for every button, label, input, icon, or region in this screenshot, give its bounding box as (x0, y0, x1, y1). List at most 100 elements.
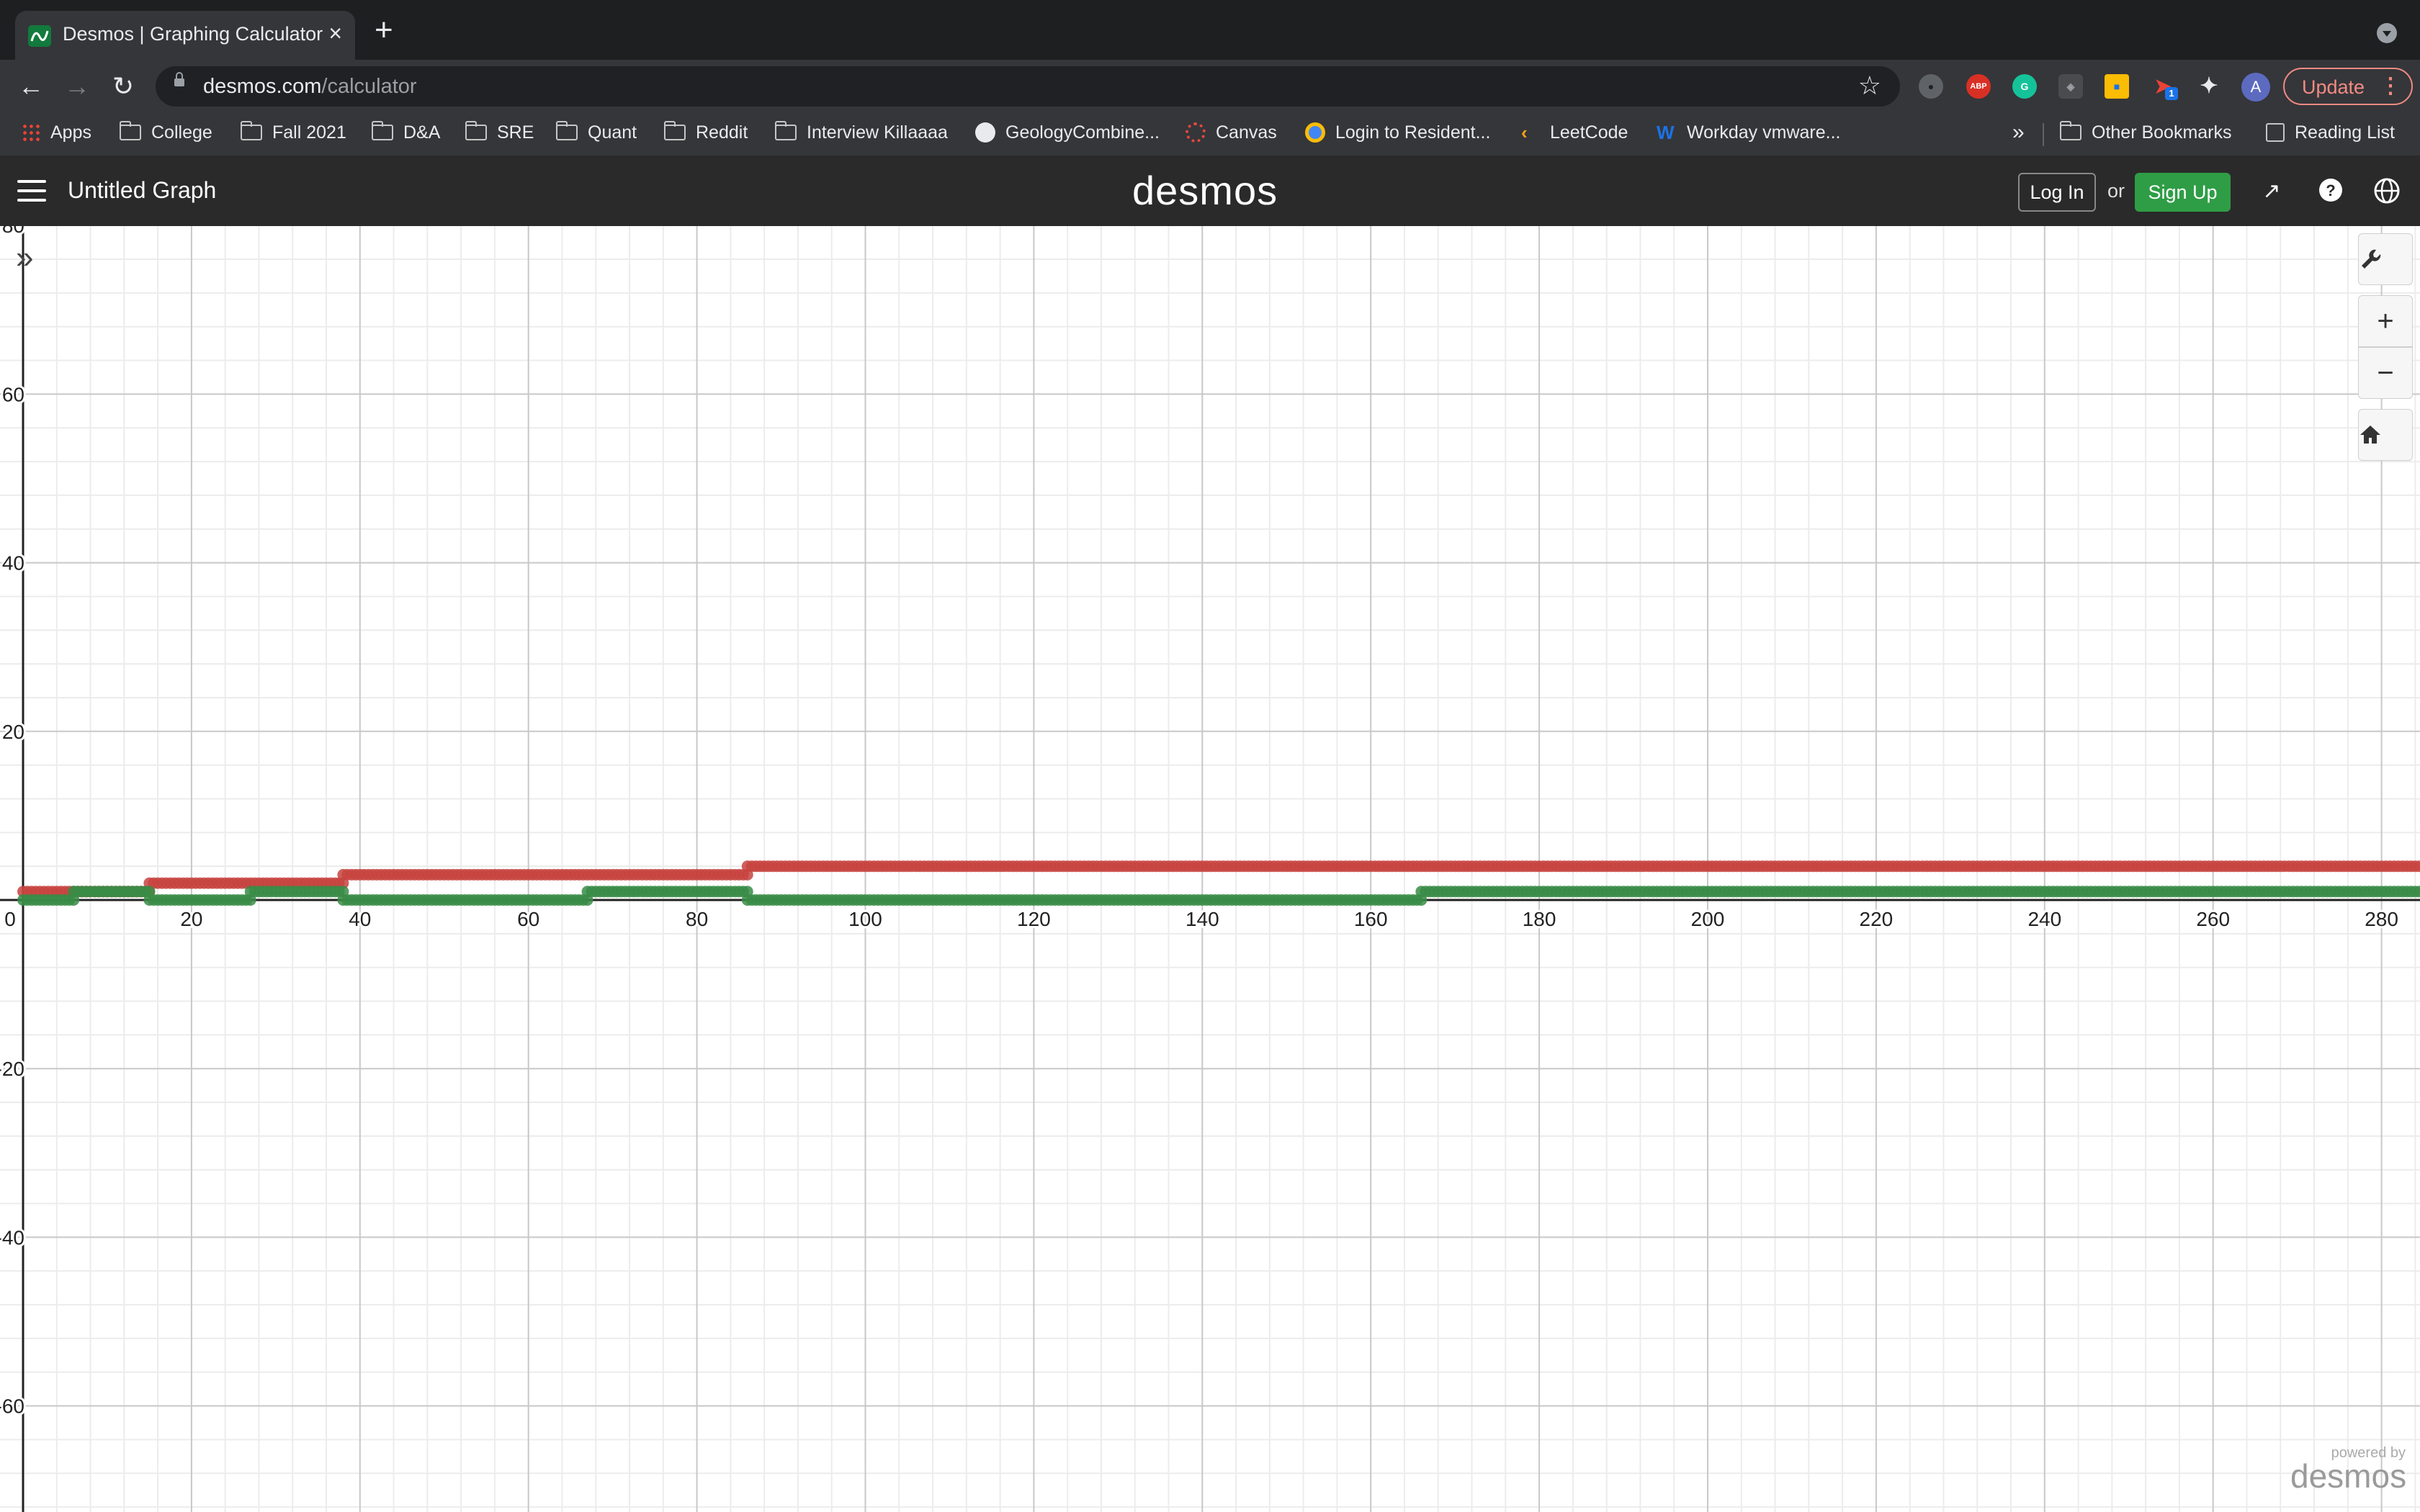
powered-by-desmos[interactable]: powered by desmos (2290, 1445, 2407, 1495)
grammarly-extension-icon[interactable]: G (2012, 74, 2037, 99)
x-tick-label: 280 (2365, 908, 2398, 930)
x-tick-label: 120 (1017, 908, 1051, 930)
browser-tab-strip: Desmos | Graphing Calculator × + (0, 0, 2420, 60)
tab-search-icon[interactable] (2377, 23, 2397, 43)
bookmark-college[interactable]: College (120, 121, 212, 148)
bookmark-star-icon[interactable]: ☆ (1858, 71, 1881, 101)
bookmark-canvas[interactable]: Canvas (1186, 122, 1277, 148)
url-text[interactable]: desmos.com/calculator (203, 75, 417, 99)
tab-close-icon[interactable]: × (328, 21, 342, 45)
x-tick-label: 40 (349, 908, 371, 930)
x-tick-label: 200 (1691, 908, 1725, 930)
update-button[interactable]: Update ⋮ (2283, 68, 2413, 105)
adblock-extension-icon[interactable]: ABP (1966, 74, 1991, 99)
help-icon[interactable]: ? (2316, 177, 2345, 206)
menu-dots-icon: ⋮ (2380, 74, 2401, 98)
bookmark-sre[interactable]: SRE (465, 121, 534, 148)
bookmark-d-and-a[interactable]: D&A (372, 121, 440, 148)
discord-extension-icon[interactable]: ● (1919, 74, 1943, 99)
x-tick-label: 20 (180, 908, 202, 930)
desmos-logo: desmos (1132, 168, 1278, 213)
leetcode-icon: ‹ (1521, 122, 1528, 144)
bookmark-quant[interactable]: Quant (556, 121, 637, 148)
bookmark-geology[interactable]: GeologyCombine... (975, 122, 1160, 148)
x-tick-label: 160 (1354, 908, 1388, 930)
lock-icon (174, 72, 184, 86)
x-tick-label: 60 (517, 908, 539, 930)
update-label: Update (2302, 76, 2365, 98)
home-icon[interactable] (2358, 409, 2413, 461)
bookmark-interview[interactable]: Interview Killaaaa (775, 121, 948, 148)
extension-badge: 1 (2165, 87, 2178, 100)
bookmark-workday[interactable]: W Workday vmware... (1657, 122, 1840, 148)
expand-expression-list-icon[interactable]: » (16, 242, 33, 274)
desmos-favicon-icon (28, 25, 51, 47)
x-tick-label: 80 (686, 908, 708, 930)
bookmarks-bar: Apps College Fall 2021 D&A SRE Quant Red… (0, 113, 2420, 156)
bookmarks-overflow-chevron-icon[interactable]: » (2012, 120, 2025, 145)
bookmark-resident[interactable]: Login to Resident... (1305, 122, 1490, 148)
y-tick-label: -40 (0, 1226, 24, 1248)
other-bookmarks[interactable]: Other Bookmarks (2060, 121, 2232, 148)
powered-by-logo: desmos (2290, 1457, 2407, 1495)
zoom-out-icon[interactable]: − (2358, 347, 2413, 399)
graph-settings-wrench-icon[interactable] (2358, 233, 2413, 285)
x-tick-label: 220 (1860, 908, 1894, 930)
folder-icon (465, 121, 487, 141)
hamburger-menu-icon[interactable] (17, 180, 46, 202)
graph-title[interactable]: Untitled Graph (68, 177, 216, 204)
sign-up-button[interactable]: Sign Up (2135, 173, 2231, 212)
or-label: or (2107, 180, 2125, 202)
y-tick-label: -20 (0, 1058, 24, 1080)
forward-icon[interactable]: → (59, 68, 95, 104)
browser-toolbar: ← → ↻ desmos.com/calculator ☆ ● ABP G ◈ … (0, 60, 2420, 113)
folder-icon (556, 121, 578, 141)
y-tick-label: 80 (2, 226, 24, 237)
x-tick-label: 180 (1523, 908, 1556, 930)
new-tab-button[interactable]: + (375, 14, 393, 46)
bookmarks-separator (2043, 123, 2044, 146)
folder-icon (372, 121, 393, 141)
globe-icon (975, 122, 995, 143)
shield-extension-icon[interactable]: ◈ (2058, 74, 2083, 99)
workday-icon: W (1657, 122, 1675, 144)
log-in-button[interactable]: Log In (2018, 173, 2096, 212)
tab-title: Desmos | Graphing Calculator (63, 23, 323, 45)
reload-icon[interactable]: ↻ (105, 68, 141, 104)
back-icon[interactable]: ← (13, 68, 49, 104)
bookmark-apps[interactable]: Apps (22, 122, 91, 148)
x-tick-label: 260 (2196, 908, 2230, 930)
apps-grid-icon (22, 123, 40, 143)
folder-icon (664, 121, 686, 141)
share-icon[interactable]: ↗ (2257, 177, 2286, 206)
x-tick-label: 140 (1186, 908, 1219, 930)
canvas-icon (1186, 122, 1206, 143)
profile-avatar[interactable]: A (2241, 73, 2270, 102)
reading-list[interactable]: Reading List (2266, 122, 2395, 148)
x-tick-label: 100 (848, 908, 882, 930)
y-tick-label: -60 (0, 1395, 24, 1418)
x-tick-label: 0 (4, 908, 16, 930)
zoom-in-icon[interactable]: + (2358, 295, 2413, 347)
desmos-header: Untitled Graph desmos Log In or Sign Up … (0, 156, 2420, 226)
browser-tab[interactable]: Desmos | Graphing Calculator × (15, 11, 355, 60)
extension-with-badge-icon[interactable]: ➤ 1 (2151, 74, 2178, 100)
graph-paper[interactable]: 0 20 40 60 80 100 120 140 160 180 200 220 240 260 280 8… (0, 226, 2420, 1512)
language-globe-icon[interactable] (2372, 177, 2401, 206)
y-tick-label: 20 (2, 721, 24, 743)
folder-icon (775, 121, 797, 141)
y-tick-label: 60 (2, 383, 24, 405)
svg-text:?: ? (2326, 181, 2335, 199)
bookmark-reddit[interactable]: Reddit (664, 121, 748, 148)
folder-icon (120, 121, 141, 141)
bookmark-fall-2021[interactable]: Fall 2021 (241, 121, 346, 148)
google-extension-icon[interactable]: ■ (2105, 74, 2129, 99)
address-bar[interactable]: desmos.com/calculator ☆ (156, 66, 1900, 107)
bookmark-leetcode[interactable]: ‹ LeetCode (1521, 122, 1628, 148)
reading-list-icon (2266, 123, 2285, 143)
folder-icon (241, 121, 262, 141)
extensions-puzzle-icon[interactable]: ✦ (2197, 74, 2221, 99)
folder-icon (2060, 121, 2081, 141)
chrome-icon (1305, 122, 1325, 143)
graph-plot-svg[interactable]: 0 20 40 60 80 100 120 140 160 180 200 220 240 260 280 8… (0, 226, 2420, 1512)
